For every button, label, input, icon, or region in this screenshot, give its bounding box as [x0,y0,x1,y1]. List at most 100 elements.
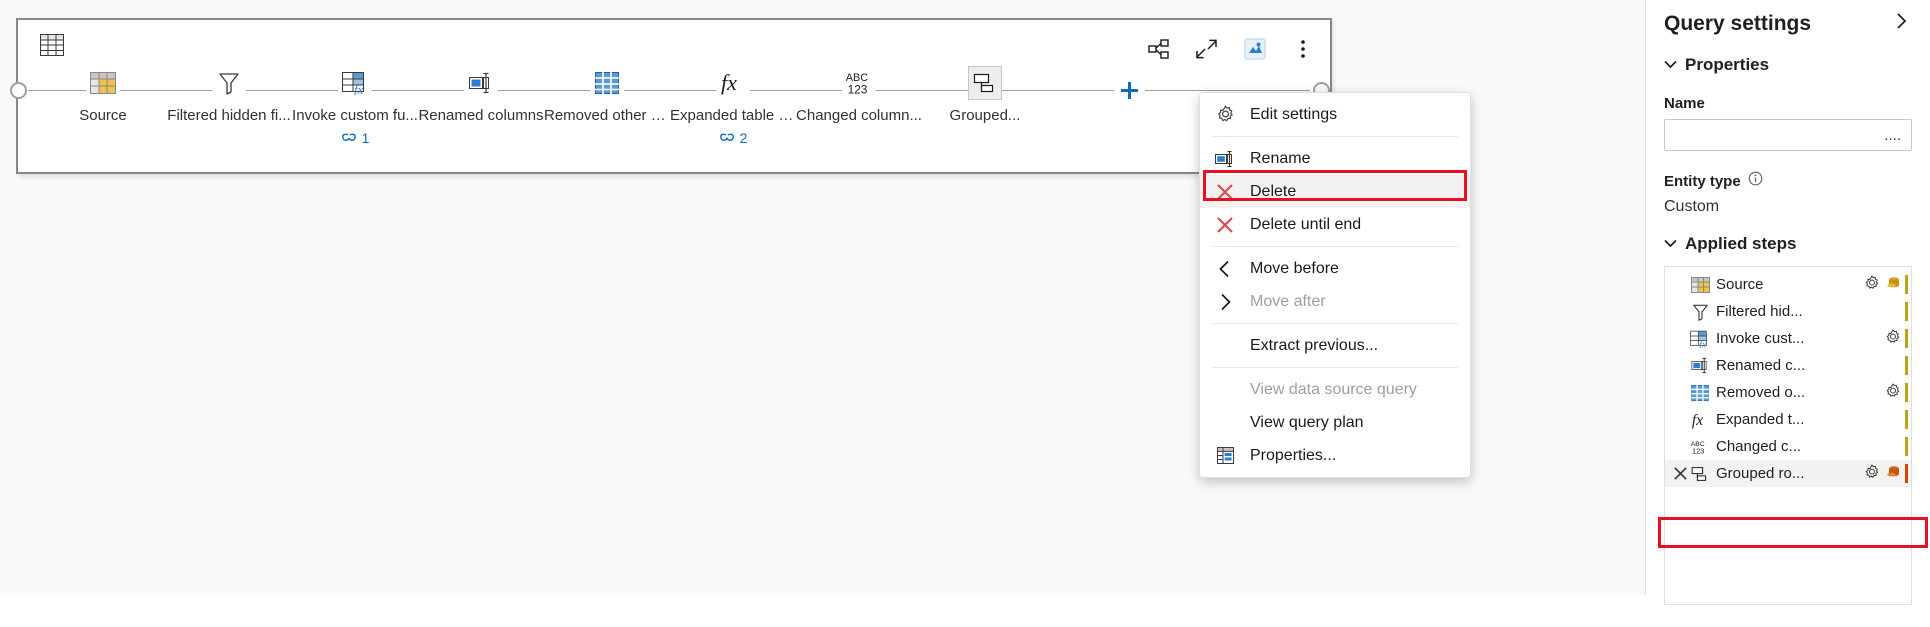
context-menu-item-rename[interactable]: Rename [1200,142,1470,175]
svg-text:fx: fx [1699,339,1707,348]
step-references[interactable]: 2 [719,130,747,146]
svg-text:fx: fx [721,70,737,95]
remove-columns-icon [590,66,624,100]
table-icon [40,34,64,61]
context-menu-item-label: Edit settings [1250,105,1338,123]
applied-step-label: Expanded t... [1716,411,1805,428]
step-references[interactable]: 1 [341,130,370,146]
menu-separator [1212,136,1458,137]
add-step-button[interactable] [1114,75,1145,106]
entity-type-row: Entity type [1664,171,1912,191]
entity-type-value: Custom [1664,198,1720,215]
applied-step-row-source[interactable]: Source [1665,271,1911,298]
more-options-icon[interactable] [1288,34,1318,64]
abc123-icon: ABC 123 [1689,436,1711,458]
data-source-icon[interactable] [1885,275,1901,295]
delete-step-icon[interactable] [1671,466,1689,481]
source-table-icon [1689,276,1711,293]
data-destination-icon[interactable] [1885,464,1901,484]
step-node-removed-other-columns[interactable]: Removed other c... [544,66,670,124]
gear-icon[interactable] [1885,383,1901,403]
gear-icon[interactable] [1864,464,1880,484]
step-node-filtered-hidden-files[interactable]: Filtered hidden fi... [166,66,292,124]
applied-step-actions [1864,464,1901,484]
context-menu-item-view-query-plan[interactable]: View query plan [1200,406,1470,439]
gear-icon[interactable] [1864,275,1880,295]
data-destination-icon[interactable] [1240,34,1270,64]
context-menu-item-properties[interactable]: Properties... [1200,439,1470,472]
properties-section-toggle[interactable]: Properties [1664,55,1912,75]
step-label: Grouped... [949,107,1021,124]
no-icon [1214,412,1236,434]
menu-separator [1212,323,1458,324]
step-level-bar [1905,275,1908,294]
rail-start-dot [10,82,27,99]
context-menu-item-label: View query plan [1250,413,1364,431]
invoke-function-icon: fx [1689,330,1711,348]
gear-icon[interactable] [1885,329,1901,349]
remove-columns-icon [1689,384,1711,401]
context-menu-item-label: Properties... [1250,446,1337,464]
diagram-toolbar [1144,34,1318,64]
applied-step-actions [1885,383,1901,403]
step-label: Filtered hidden fi... [167,107,291,124]
applied-step-label: Renamed c... [1716,357,1806,374]
step-label: Invoke custom fu... [292,107,418,124]
filter-funnel-icon [212,66,246,100]
context-menu-item-label: View data source query [1250,380,1417,398]
step-node-changed-column-type[interactable]: ABC 123 Changed column... [796,66,922,124]
query-settings-header: Query settings [1664,0,1912,37]
menu-separator [1212,246,1458,247]
applied-step-row-grouped-rows[interactable]: Grouped ro... [1665,460,1911,487]
applied-step-label: Invoke cust... [1716,330,1805,347]
applied-step-row-expanded-table[interactable]: fx Expanded t... [1665,406,1911,433]
rename-column-icon [464,66,498,100]
step-node-invoke-custom-function[interactable]: fx Invoke custom fu... 1 [292,66,418,146]
no-icon [1214,335,1236,357]
properties-section-label: Properties [1685,55,1770,74]
svg-text:fx: fx [354,82,364,95]
applied-steps-list: Source Filtered hid... fx Invoke cust...… [1664,266,1912,605]
svg-text:123: 123 [848,82,868,96]
page-title: Query settings [1664,11,1812,35]
step-node-renamed-columns[interactable]: Renamed columns [418,66,544,124]
applied-step-label: Changed c... [1716,438,1802,455]
applied-step-label: Grouped ro... [1716,465,1805,482]
abc123-icon: ABC 123 [842,66,876,100]
collapse-diagonal-icon[interactable] [1192,34,1222,64]
context-menu-item-label: Delete until end [1250,215,1362,233]
query-diagram-card: Source Filtered hidden fi... fx Invoke c… [10,18,1332,174]
context-menu-item-extract-previous[interactable]: Extract previous... [1200,329,1470,362]
context-menu-item-delete-until-end[interactable]: Delete until end [1200,208,1470,241]
step-node-source[interactable]: Source [40,66,166,124]
no-icon [1214,379,1236,401]
step-node-expanded-table-column[interactable]: fx Expanded table c... 2 [670,66,796,146]
chevron-right-icon[interactable] [1890,10,1912,37]
context-menu-item-label: Move before [1250,259,1339,277]
context-menu-item-move-before[interactable]: Move before [1200,252,1470,285]
context-menu-item-delete[interactable]: Delete [1200,175,1470,208]
rename-column-icon [1689,357,1711,374]
properties-icon [1214,445,1236,467]
step-level-bar [1905,437,1908,456]
info-icon[interactable] [1748,171,1763,191]
link-icon [719,133,734,141]
applied-step-row-removed-other[interactable]: Removed o... [1665,379,1911,406]
share-icon[interactable] [1144,34,1174,64]
applied-steps-section-label: Applied steps [1685,234,1797,253]
applied-step-row-changed-column[interactable]: ABC 123 Changed c... [1665,433,1911,460]
svg-text:123: 123 [1692,446,1704,455]
applied-step-label: Removed o... [1716,384,1806,401]
group-by-icon [1689,465,1711,483]
applied-steps-section-toggle[interactable]: Applied steps [1664,234,1912,254]
name-input[interactable] [1664,119,1912,151]
applied-step-label: Filtered hid... [1716,303,1803,320]
applied-step-row-renamed-columns[interactable]: Renamed c... [1665,352,1911,379]
step-reference-count: 1 [361,130,370,146]
context-menu-item-edit-settings[interactable]: Edit settings [1200,98,1470,131]
applied-step-row-invoke-custom[interactable]: fx Invoke cust... [1665,325,1911,352]
step-node-grouped-rows[interactable]: Grouped... [922,66,1048,124]
step-level-bar [1905,464,1908,483]
applied-step-row-filtered-hidden[interactable]: Filtered hid... [1665,298,1911,325]
name-field-label: Name [1664,95,1705,112]
